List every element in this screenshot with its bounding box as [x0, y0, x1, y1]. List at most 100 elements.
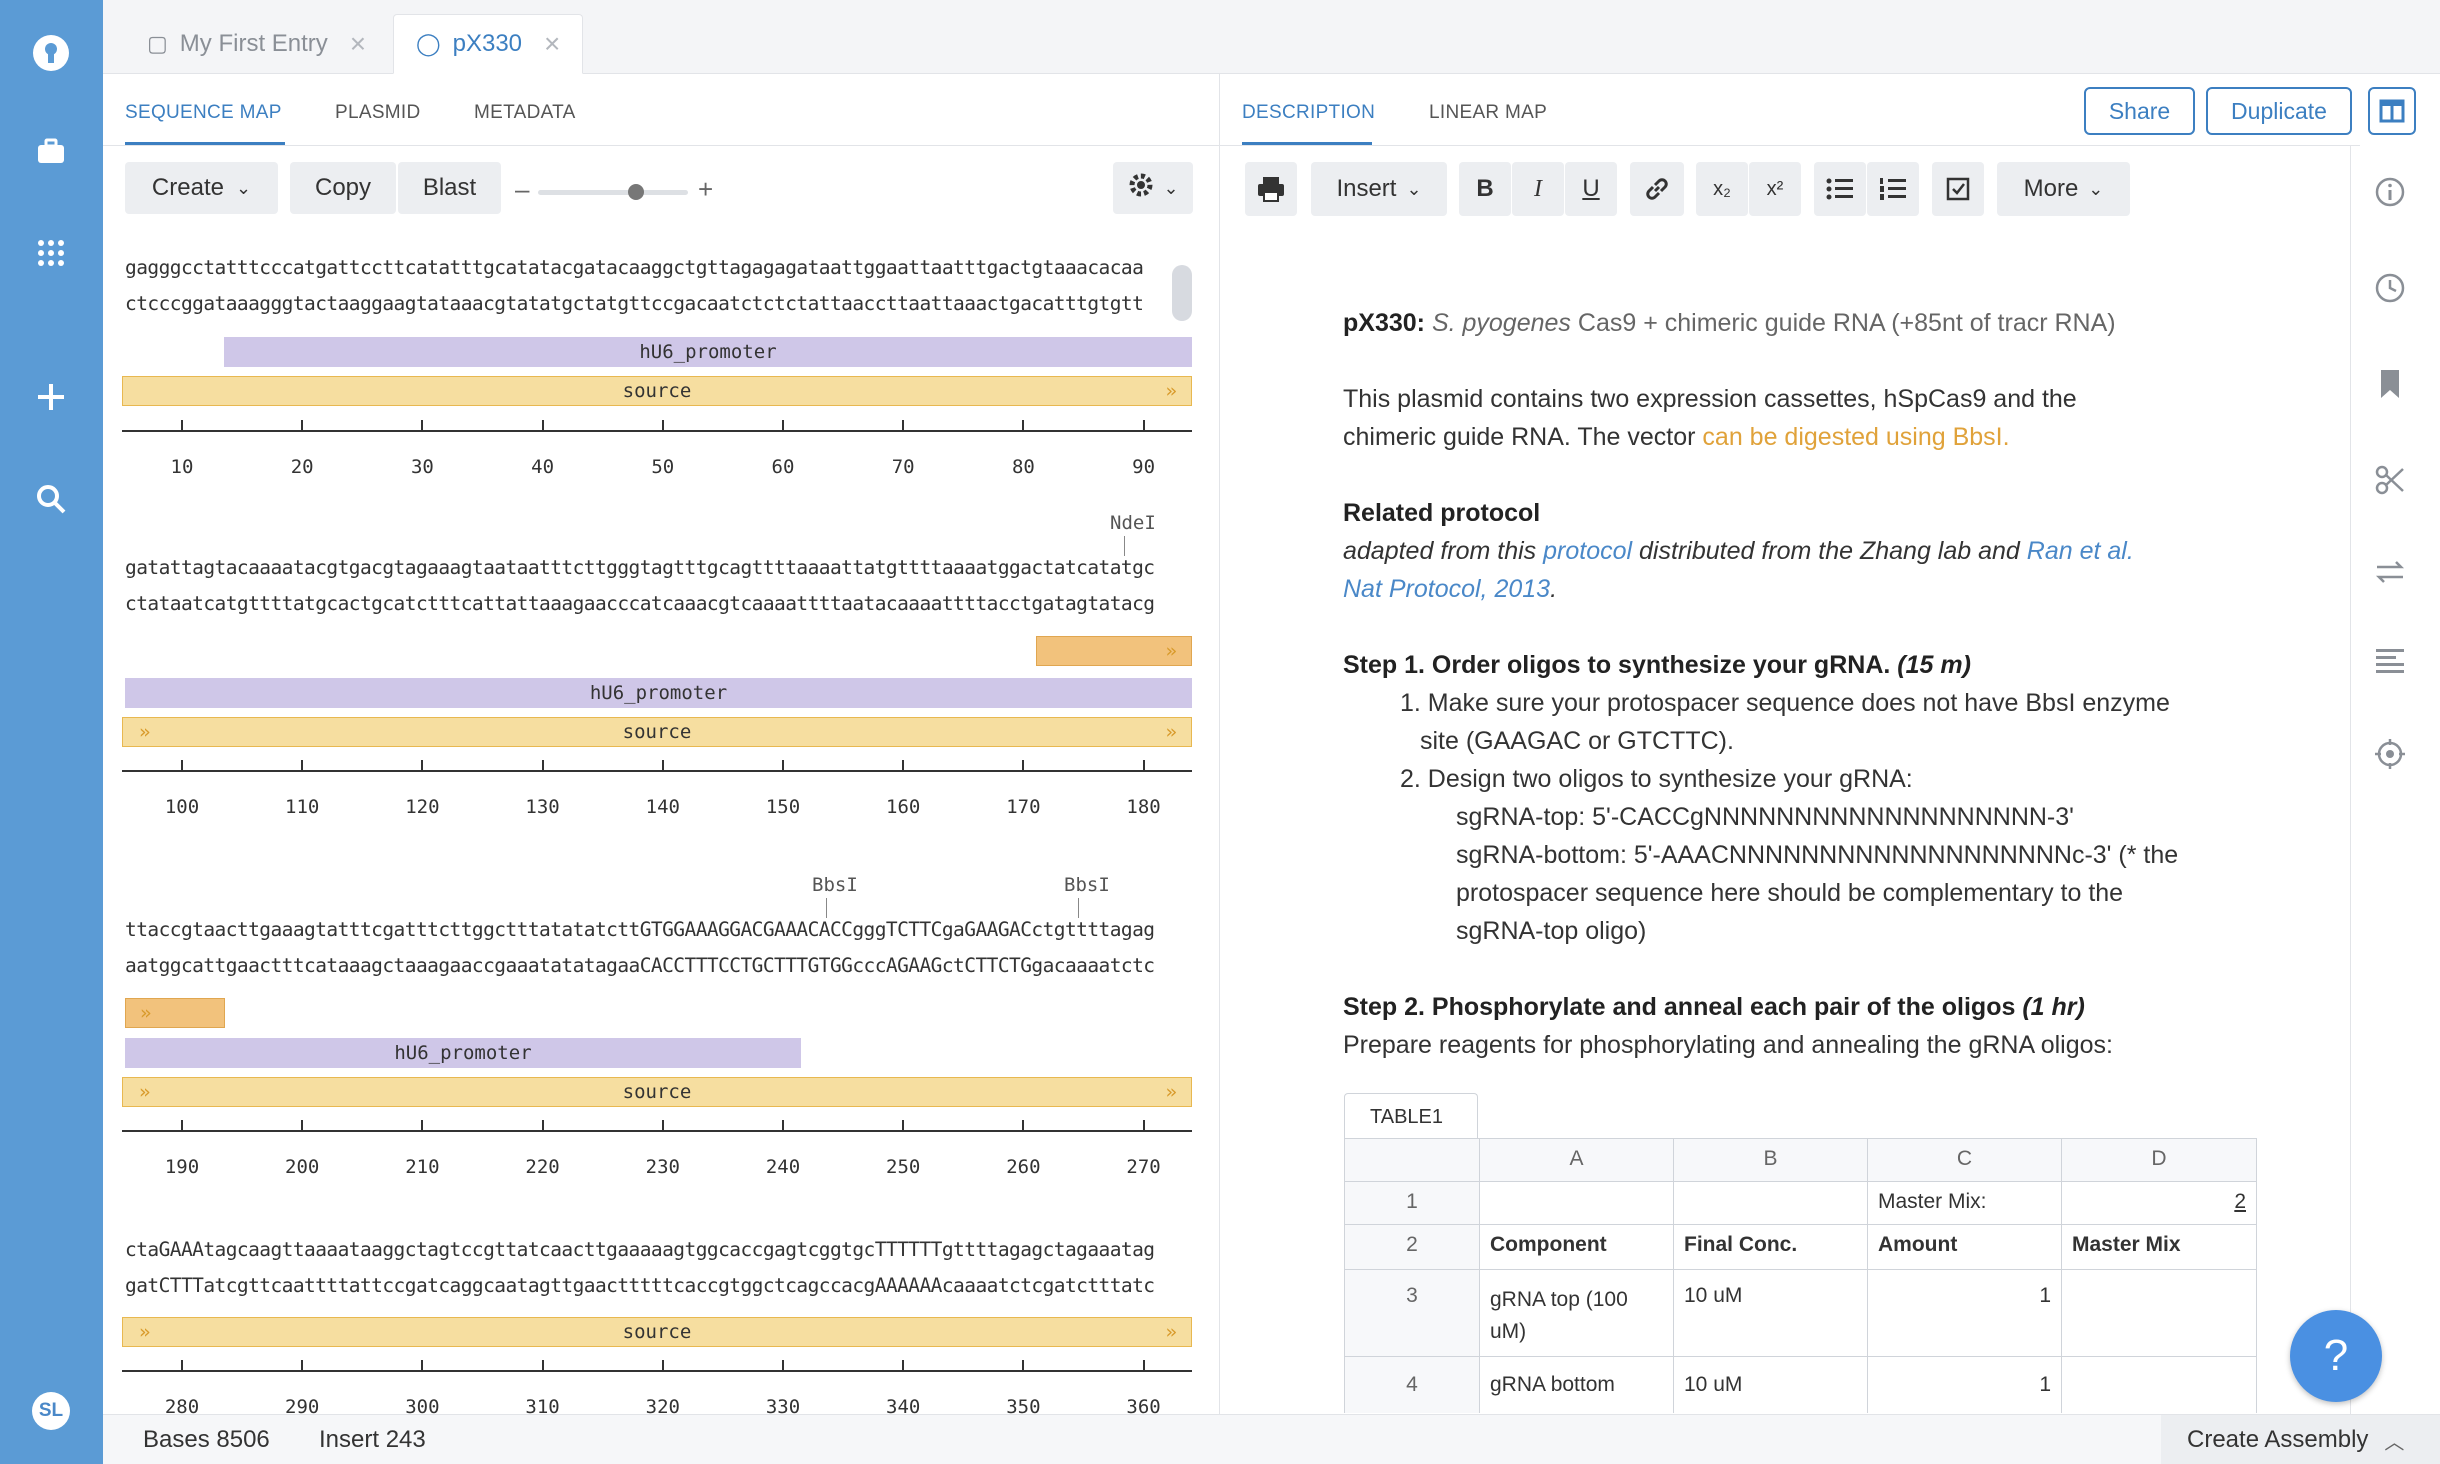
nat-protocol-link[interactable]: Nat Protocol, 2013 [1343, 575, 1550, 603]
sequence-top-strand[interactable]: ctaGAAAtagcaagttaaaataaggctagtccgttatcaa… [125, 1238, 1155, 1261]
table-cell[interactable]: 1 [1867, 1269, 2062, 1357]
column-header[interactable]: B [1673, 1138, 1868, 1182]
enzyme-bbsi[interactable]: BbsI [812, 874, 858, 896]
print-icon[interactable] [1245, 162, 1297, 216]
copy-button[interactable]: Copy [290, 162, 396, 214]
tab-metadata[interactable]: METADATA [474, 102, 576, 124]
step-title: Step 1. Order oligos to synthesize your … [1343, 651, 1891, 679]
briefcase-icon[interactable] [26, 126, 76, 176]
sequence-bottom-strand[interactable]: ctataatcatgttttatgcactgcatctttcattattaaa… [125, 592, 1155, 615]
table-cell[interactable]: Amount [1867, 1224, 2062, 1270]
cut-site-line [1078, 898, 1079, 918]
swap-arrows-icon[interactable] [2370, 552, 2410, 592]
tab-description[interactable]: DESCRIPTION [1242, 102, 1375, 124]
target-icon[interactable] [2370, 734, 2410, 774]
user-avatar[interactable]: SL [32, 1392, 70, 1430]
table-cell[interactable]: gRNA bottom [1479, 1356, 1674, 1413]
scrollbar-thumb[interactable] [1172, 265, 1192, 321]
link-icon[interactable] [1630, 162, 1684, 216]
step-time: (1 hr) [2022, 993, 2085, 1021]
feature-hu6-promoter[interactable]: hU6_promoter [125, 1038, 801, 1068]
create-assembly-button[interactable]: Create Assembly ︿ [2161, 1415, 2440, 1464]
superscript-button[interactable]: x² [1749, 162, 1801, 216]
feature-source[interactable]: » source » [122, 717, 1192, 747]
blast-button[interactable]: Blast [398, 162, 501, 214]
column-header[interactable]: A [1479, 1138, 1674, 1182]
axis-tick-label: 100 [164, 796, 200, 818]
table-cell[interactable]: Final Conc. [1673, 1224, 1868, 1270]
protocol-link[interactable]: protocol [1543, 537, 1632, 565]
feature-source[interactable]: » source » [122, 1077, 1192, 1107]
duplicate-button[interactable]: Duplicate [2206, 87, 2352, 135]
feature-hu6-promoter[interactable]: hU6_promoter [224, 337, 1192, 367]
sequence-top-strand[interactable]: gagggcctatttcccatgattccttcatatttgcatatac… [125, 256, 1144, 279]
split-view-icon[interactable] [2368, 87, 2416, 135]
feature-cds-fragment[interactable]: » [1036, 636, 1192, 666]
logo-icon[interactable] [26, 28, 76, 78]
zoom-slider-handle[interactable] [627, 184, 644, 200]
panel-divider[interactable] [1219, 74, 1220, 1414]
insert-dropdown[interactable]: Insert ⌄ [1311, 162, 1447, 216]
table-cell[interactable]: 1 [1867, 1356, 2062, 1413]
table-cell[interactable]: 10 uM [1673, 1356, 1868, 1413]
table-cell[interactable]: Master Mix [2061, 1224, 2257, 1270]
table-cell[interactable]: Master Mix: [1867, 1181, 2062, 1225]
sequence-bottom-strand[interactable]: gatCTTTatcgttcaattttattccgatcaggcaatagtt… [125, 1274, 1155, 1297]
tab-plasmid[interactable]: PLASMID [335, 102, 421, 124]
help-button[interactable]: ? [2290, 1310, 2382, 1402]
close-icon[interactable]: × [350, 28, 366, 60]
zoom-out-button[interactable]: – [515, 174, 529, 205]
tab-sequence-map[interactable]: SEQUENCE MAP [125, 102, 282, 124]
tab-px330[interactable]: ◯ pX330 × [393, 14, 584, 74]
axis-tick [661, 1120, 664, 1132]
table-cell[interactable] [1673, 1181, 1868, 1225]
bullet-list-icon[interactable] [1814, 162, 1866, 216]
table-cell[interactable] [2061, 1356, 2257, 1413]
feature-source[interactable]: » source » [122, 1317, 1192, 1347]
checkbox-icon[interactable] [1932, 162, 1984, 216]
column-header[interactable]: C [1867, 1138, 2062, 1182]
underline-button[interactable]: U [1565, 162, 1617, 216]
table-cell[interactable]: Component [1479, 1224, 1674, 1270]
table-cell[interactable] [2061, 1269, 2257, 1357]
tab-linear-map[interactable]: LINEAR MAP [1429, 102, 1547, 124]
close-icon[interactable]: × [544, 28, 560, 60]
subscript-button[interactable]: x₂ [1696, 162, 1748, 216]
digest-link[interactable]: can be digested using BbsI. [1702, 423, 2009, 451]
numbered-list-icon[interactable] [1867, 162, 1919, 216]
search-icon[interactable] [26, 474, 76, 524]
bookmark-icon[interactable] [2370, 364, 2410, 404]
chevron-up-icon: ︿ [2384, 1431, 2405, 1454]
sequence-top-strand[interactable]: ttaccgtaacttgaaagtatttcgatttcttggctttata… [125, 918, 1155, 941]
sequence-bottom-strand[interactable]: ctcccggataaagggtactaaggaagtataaacgtatatg… [125, 292, 1144, 315]
create-dropdown[interactable]: Create ⌄ [125, 162, 278, 214]
sequence-top-strand[interactable]: gatattagtacaaaatacgtgacgtagaaagtaataattt… [125, 556, 1155, 579]
apps-grid-icon[interactable] [26, 228, 76, 278]
bold-button[interactable]: B [1459, 162, 1511, 216]
feature-cds-fragment[interactable]: » [125, 998, 225, 1028]
zoom-in-button[interactable]: + [698, 174, 713, 205]
zoom-slider-track[interactable] [538, 190, 688, 195]
italic-button[interactable]: I [1512, 162, 1564, 216]
scissors-icon[interactable] [2370, 460, 2410, 500]
enzyme-bbsi[interactable]: BbsI [1064, 874, 1110, 896]
text-lines-icon[interactable] [2370, 640, 2410, 680]
feature-hu6-promoter[interactable]: hU6_promoter [125, 678, 1192, 708]
tab-my-first-entry[interactable]: ▢ My First Entry × [125, 14, 388, 74]
table-cell[interactable] [1479, 1181, 1674, 1225]
table-tab[interactable]: TABLE1 [1344, 1093, 1478, 1139]
table-cell[interactable]: gRNA top (100 uM) [1479, 1269, 1674, 1357]
table-cell[interactable]: 2 [2061, 1181, 2257, 1225]
more-dropdown[interactable]: More ⌄ [1997, 162, 2130, 216]
enzyme-ndei[interactable]: NdeI [1110, 512, 1156, 534]
info-icon[interactable] [2370, 172, 2410, 212]
settings-dropdown[interactable]: ⌄ [1113, 162, 1193, 214]
column-header[interactable]: D [2061, 1138, 2257, 1182]
add-icon[interactable] [26, 372, 76, 422]
share-button[interactable]: Share [2084, 87, 2195, 135]
history-clock-icon[interactable] [2370, 268, 2410, 308]
ran-et-al-link[interactable]: Ran et al. [2027, 537, 2134, 565]
feature-source[interactable]: source » [122, 376, 1192, 406]
table-cell[interactable]: 10 uM [1673, 1269, 1868, 1357]
sequence-bottom-strand[interactable]: aatggcattgaactttcataaagctaaagaaccgaaatat… [125, 954, 1155, 977]
